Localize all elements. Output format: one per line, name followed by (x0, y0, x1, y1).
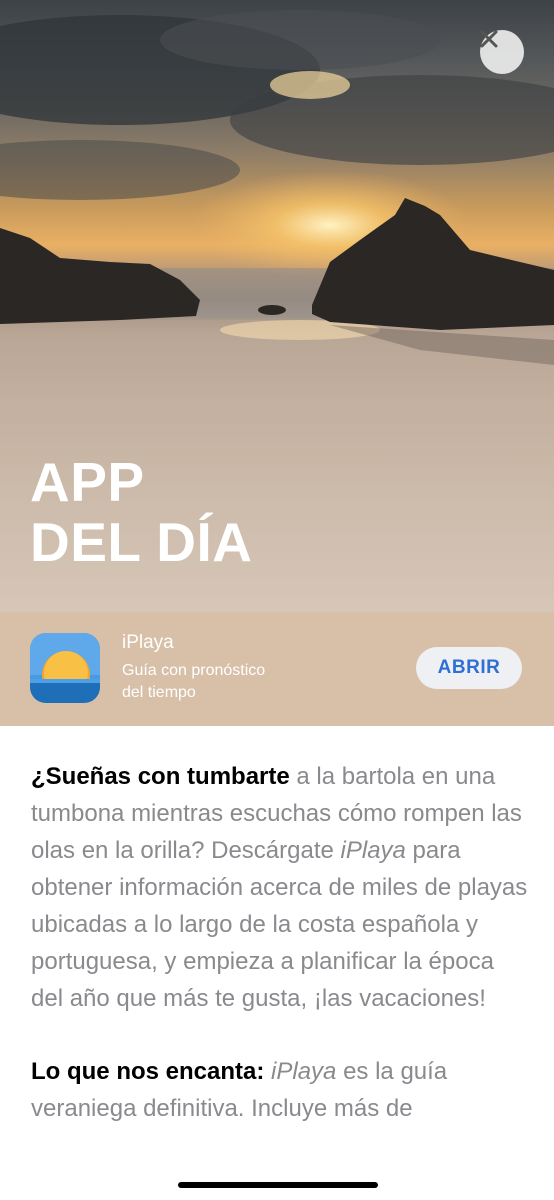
close-icon (480, 30, 498, 48)
close-button[interactable] (480, 30, 524, 74)
intro-bold: ¿Sueñas con tumbarte (31, 763, 290, 790)
app-subtitle-line1: Guía con pronóstico (122, 662, 266, 679)
sun-over-sea-icon (30, 633, 100, 703)
what-we-love-bold: Lo que nos encanta: (31, 1058, 265, 1085)
intro-app-name: iPlaya (340, 837, 406, 864)
hero-title-line1: APP (30, 451, 145, 513)
hero-title: APP DEL DÍA (30, 452, 253, 572)
paragraph-intro: ¿Sueñas con tumbarte a la bartola en una… (31, 758, 531, 1017)
open-button[interactable]: ABRIR (416, 647, 522, 689)
app-subtitle-line2: del tiempo (122, 684, 196, 701)
home-indicator[interactable] (178, 1182, 378, 1188)
what-we-love-app-name: iPlaya (271, 1058, 337, 1085)
article-body: ¿Sueñas con tumbarte a la bartola en una… (31, 758, 531, 1127)
app-info-bar: iPlaya Guía con pronóstico del tiempo AB… (0, 612, 554, 726)
hero-image: APP DEL DÍA (0, 0, 554, 612)
app-icon[interactable] (30, 633, 100, 703)
app-name: iPlaya (122, 632, 174, 653)
hero-title-line2: DEL DÍA (30, 511, 253, 573)
paragraph-what-we-love: Lo que nos encanta: iPlaya es la guía ve… (31, 1053, 531, 1127)
app-subtitle: Guía con pronóstico del tiempo (122, 660, 342, 704)
